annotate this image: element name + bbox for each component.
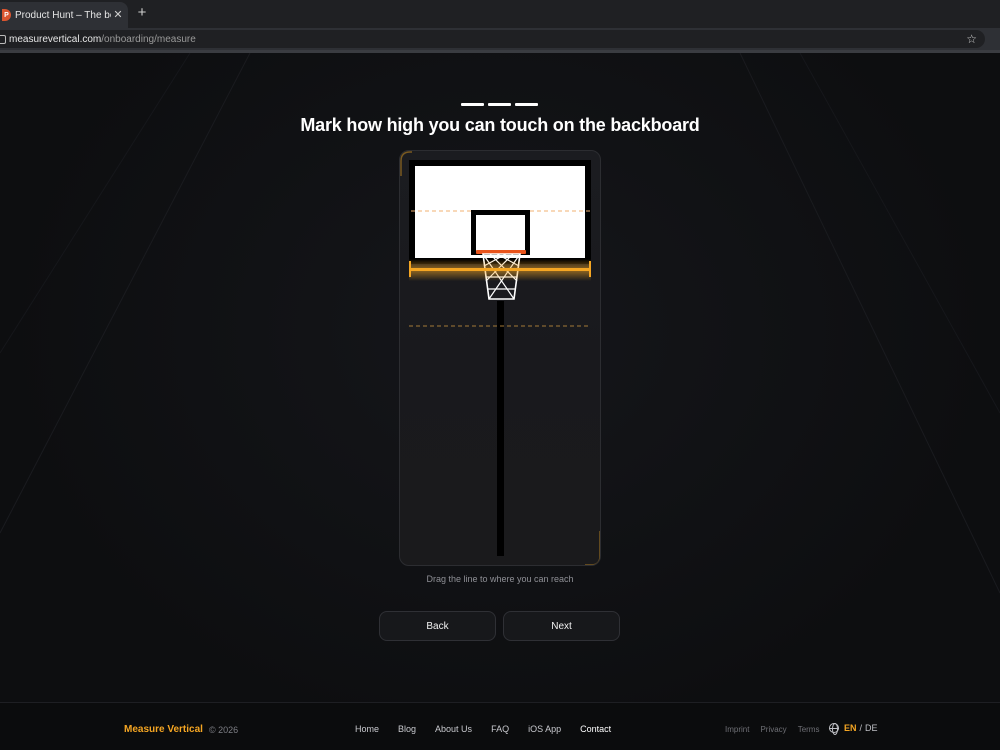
- footer-link-about[interactable]: About Us: [435, 724, 472, 734]
- url-path: /onboarding/measure: [101, 33, 196, 45]
- shooter-square: [476, 215, 525, 251]
- reach-line[interactable]: [409, 268, 591, 271]
- lang-option-de[interactable]: DE: [865, 723, 878, 733]
- drag-hint: Drag the line to where you can reach: [426, 574, 574, 584]
- browser-tab[interactable]: P Product Hunt – The best n ✕: [0, 2, 128, 28]
- footer-link-privacy[interactable]: Privacy: [760, 725, 786, 734]
- back-button[interactable]: Back: [379, 611, 496, 641]
- page-title: Mark how high you can touch on the backb…: [300, 115, 700, 135]
- new-tab-icon[interactable]: +: [135, 5, 149, 21]
- step-3: [515, 103, 538, 106]
- corner-accent-bottom-right: [585, 531, 600, 565]
- globe-icon: [829, 723, 839, 735]
- onboarding-page: Mark how high you can touch on the backb…: [0, 53, 1000, 750]
- footer-legal: Imprint Privacy Terms: [725, 725, 830, 734]
- next-button[interactable]: Next: [503, 611, 620, 641]
- footer-link-faq[interactable]: FAQ: [491, 724, 509, 734]
- tab-title: Product Hunt – The best n: [15, 9, 111, 21]
- footer-brand[interactable]: Measure Vertical: [124, 724, 203, 735]
- url-host: measurevertical.com: [9, 33, 102, 45]
- reach-line-left-handle: [409, 261, 411, 277]
- basketball-hoop-illustration: [400, 151, 600, 565]
- browser-toolbar: measurevertical.com/onboarding/measure ☆: [0, 28, 1000, 50]
- footer-link-blog[interactable]: Blog: [398, 724, 416, 734]
- lock-icon: [0, 34, 6, 44]
- close-tab-icon[interactable]: ✕: [113, 9, 123, 21]
- hoop-pole: [497, 301, 504, 556]
- footer-nav: Home Blog About Us FAQ iOS App Contact: [355, 724, 630, 734]
- footer-link-terms[interactable]: Terms: [798, 725, 820, 734]
- lang-separator: /: [859, 723, 863, 733]
- url-text: measurevertical.com/onboarding/measure: [9, 34, 196, 45]
- site-footer: Measure Vertical © 2026 Home Blog About …: [0, 702, 1000, 750]
- backboard-preview: [399, 150, 601, 566]
- product-hunt-favicon-icon: P: [2, 9, 11, 21]
- footer-copyright: © 2026: [209, 725, 239, 735]
- step-1: [461, 103, 484, 106]
- footer-link-ios-app[interactable]: iOS App: [528, 724, 561, 734]
- lang-option-en[interactable]: EN: [844, 723, 857, 733]
- step-indicator: [461, 103, 538, 106]
- bookmark-star-icon[interactable]: ☆: [966, 31, 977, 47]
- browser-tab-bar: P Product Hunt – The best n ✕ +: [0, 0, 1000, 28]
- reach-line-right-handle: [589, 261, 591, 277]
- footer-link-home[interactable]: Home: [355, 724, 379, 734]
- footer-link-contact[interactable]: Contact: [580, 724, 611, 734]
- language-switcher: EN / DE: [829, 723, 878, 735]
- step-2: [488, 103, 511, 106]
- address-bar[interactable]: measurevertical.com/onboarding/measure ☆: [0, 30, 985, 48]
- footer-link-imprint[interactable]: Imprint: [725, 725, 749, 734]
